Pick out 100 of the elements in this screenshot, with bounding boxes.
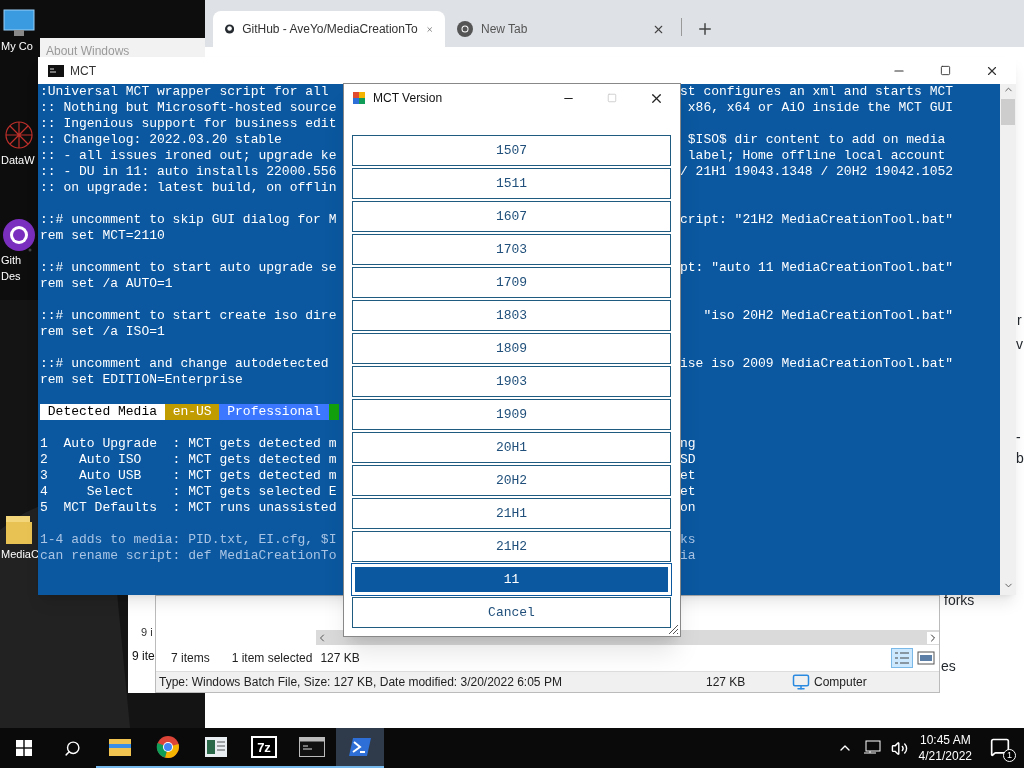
console-text: ng	[680, 436, 696, 452]
console-text: :Universal MCT wrapper script for all	[40, 84, 329, 99]
chrome-icon	[457, 21, 473, 37]
terminal-icon	[299, 737, 325, 757]
network-icon[interactable]	[862, 740, 881, 756]
version-option[interactable]: 1703	[352, 234, 671, 265]
console-text: :: Nothing but Microsoft-hosted source	[40, 100, 337, 115]
volume-icon[interactable]	[890, 739, 908, 757]
computer-icon	[2, 8, 36, 38]
version-option[interactable]: 11	[352, 564, 671, 595]
document-icon	[204, 736, 228, 758]
console-text: cript: "21H2 MediaCreationTool.bat"	[680, 212, 954, 228]
window-title: MCT	[70, 62, 96, 80]
selection-size: 127 KB	[320, 650, 360, 667]
version-option[interactable]: 1809	[352, 333, 671, 364]
notification-count: 1	[1003, 749, 1016, 762]
window-title: About Windows	[46, 44, 130, 58]
browser-tab[interactable]: GitHub - AveYo/MediaCreationTo	[213, 11, 445, 47]
status-tag: en-US	[164, 404, 220, 420]
console-text: st configures an xml and starts MCT	[680, 84, 954, 100]
version-option[interactable]: 1909	[352, 399, 671, 430]
file-details: Type: Windows Batch File, Size: 127 KB, Date modified: 3/20/2022 6:05 PM	[159, 674, 563, 691]
version-option[interactable]: 1803	[352, 300, 671, 331]
console-text: on	[680, 500, 696, 516]
resize-grip-icon[interactable]	[667, 623, 679, 635]
console-text: can rename script: def MediaCreationTo	[40, 548, 337, 563]
new-tab-icon[interactable]	[696, 20, 714, 38]
search-icon	[63, 739, 81, 757]
console-text: "iso 20H2 MediaCreationTool.bat"	[702, 308, 954, 324]
console-text: x86, x64 or AiO inside the MCT GUI	[686, 100, 954, 116]
github-icon	[225, 21, 235, 37]
console-text: ia	[680, 548, 696, 564]
console-text: ::# uncomment and change autodetected	[40, 356, 329, 371]
app-icon	[352, 91, 366, 105]
console-text: :: Ingenious support for business edit	[40, 116, 337, 131]
large-icons-view-icon[interactable]	[917, 651, 935, 665]
status-text: 9 i	[141, 625, 153, 640]
folder-icon	[4, 514, 34, 546]
console-text: ::# uncomment to skip GUI dialog for M	[40, 212, 337, 227]
page-text: es	[941, 657, 956, 676]
scroll-right-icon[interactable]	[927, 631, 939, 644]
desktop-icon-label[interactable]: DataW	[0, 152, 35, 168]
scroll-thumb[interactable]	[1001, 99, 1015, 125]
taskbar-app[interactable]: 7z	[240, 728, 288, 768]
cancel-button[interactable]: Cancel	[352, 597, 671, 628]
console-text: 1-4 adds to media: PID.txt, EI.cfg, $I	[40, 532, 337, 547]
github-desktop-icon	[2, 218, 36, 252]
console-text: :: - DU in 11: auto installs 22000.556	[40, 164, 337, 179]
console-text: pt: "auto 11 MediaCreationTool.bat"	[680, 260, 954, 276]
page-text: v	[1016, 335, 1023, 354]
console-text: rem set /a AUTO=1	[40, 276, 173, 291]
status-tag: Professional	[219, 404, 329, 420]
version-option[interactable]: 1511	[352, 168, 671, 199]
console-text: ::# uncomment to start create iso dire	[40, 308, 337, 323]
browser-tab[interactable]: New Tab	[445, 11, 677, 47]
chrome-icon	[156, 735, 180, 759]
version-option[interactable]: 20H1	[352, 432, 671, 463]
notifications-icon[interactable]	[990, 737, 1010, 757]
clock[interactable]: 10:45 AM 4/21/2022	[918, 732, 972, 764]
desktop-icon-label[interactable]: Des	[0, 268, 21, 284]
powershell-icon	[348, 737, 372, 757]
console-app-icon	[48, 64, 64, 77]
console-text: ::# uncomment to start auto upgrade se	[40, 260, 337, 275]
version-option[interactable]: 20H2	[352, 465, 671, 496]
desktop-icon-label[interactable]: Gith	[0, 252, 22, 268]
page-text: forks	[944, 591, 975, 610]
selection-info: 1 item selected	[231, 650, 313, 667]
version-option[interactable]: 21H2	[352, 531, 671, 562]
console-text: SD	[680, 452, 696, 468]
version-option[interactable]: 1507	[352, 135, 671, 166]
console-text: $ISO$ dir content to add on media	[686, 132, 946, 148]
page-text: -b	[1016, 428, 1024, 468]
location-text: Computer	[814, 674, 867, 691]
status-tag: Detected Media	[40, 404, 165, 420]
console-text: 5 MCT Defaults : MCT runs unassisted	[40, 500, 337, 515]
console-text: :: Changelog: 2022.03.20 stable	[40, 132, 282, 147]
console-text: / 21H1 19043.1348 / 20H2 19042.1052	[680, 164, 954, 180]
console-text: et	[680, 468, 696, 484]
desktop-icon-label[interactable]: My Co	[0, 38, 33, 54]
version-option[interactable]: 21H1	[352, 498, 671, 529]
version-option[interactable]: 1903	[352, 366, 671, 397]
console-text: rem set MCT=2110	[40, 228, 165, 243]
windows-logo-icon	[16, 740, 32, 756]
version-option[interactable]: 1607	[352, 201, 671, 232]
taskbar-app[interactable]	[336, 728, 384, 768]
console-text: 2 Auto ISO : MCT gets detected m	[40, 452, 337, 467]
desktop-icon-label[interactable]: MediaC	[0, 546, 39, 562]
folder-icon	[108, 737, 132, 757]
version-option[interactable]: 1709	[352, 267, 671, 298]
console-text: label; Home offline local account	[686, 148, 946, 164]
vertical-scrollbar[interactable]	[1000, 84, 1016, 595]
maximize-icon[interactable]	[940, 65, 951, 76]
archive-app-icon: 7z	[251, 736, 277, 758]
page-text: r	[1017, 311, 1022, 330]
network-graph-icon	[2, 118, 36, 152]
file-size: 127 KB	[706, 674, 747, 691]
console-text: et	[680, 484, 696, 500]
console-text: 1 Auto Upgrade : MCT gets detected m	[40, 436, 337, 451]
computer-icon	[792, 673, 810, 691]
console-text: :: - all issues ironed out; upgrade ke	[40, 148, 337, 163]
